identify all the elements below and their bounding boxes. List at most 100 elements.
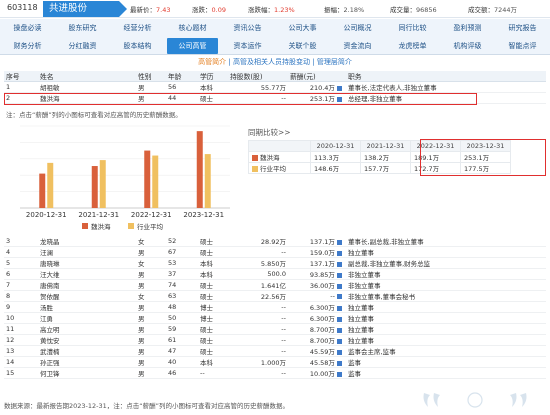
table-cell: 胡祖敏	[38, 81, 136, 93]
table-cell: 独立董事	[346, 301, 546, 313]
quote-change: 涨跌：0.09	[192, 6, 226, 14]
legend-swatch	[252, 166, 258, 172]
table-cell: 江勇	[38, 312, 136, 324]
table-cell: 汪大维	[38, 268, 136, 280]
nav-item[interactable]: 公司概况	[332, 20, 383, 36]
nav-item[interactable]: 资金流向	[332, 38, 383, 54]
salary-history-icon[interactable]	[337, 261, 342, 267]
nav-item[interactable]: 操盘必读	[2, 20, 53, 36]
salary-history-icon[interactable]	[337, 250, 342, 256]
nav-item[interactable]: 核心题材	[167, 20, 218, 36]
nav-item[interactable]: 经营分析	[112, 20, 163, 36]
nav-item[interactable]: 盈利预测	[442, 20, 493, 36]
nav-item[interactable]: 龙虎榜单	[387, 38, 438, 54]
table-cell: 11	[4, 323, 38, 335]
nav-item[interactable]: 关联个股	[277, 38, 328, 54]
table-header-row: 序号 姓名 性别 年龄 学历 持股数(股) 薪酬(元) 职务	[4, 71, 546, 82]
salary-history-icon[interactable]	[337, 272, 342, 278]
stock-code: 603118	[7, 3, 38, 12]
tab-holding-changes[interactable]: 高管及相关人员持股变动	[233, 58, 310, 66]
table-cell: 40	[166, 356, 198, 368]
table-cell: 男	[136, 334, 166, 346]
x-tick-label: 2020-12-31	[26, 211, 67, 219]
table-cell: 14	[4, 356, 38, 368]
table-cell: 10	[4, 312, 38, 324]
table-cell: 孙正强	[38, 356, 136, 368]
table-cell: 67	[166, 246, 198, 258]
salary-history-icon[interactable]	[337, 327, 342, 333]
nav-item[interactable]: 智能点评	[497, 38, 548, 54]
salary-history-icon[interactable]	[337, 316, 342, 322]
table-cell: 52	[166, 236, 198, 247]
table-row: 14 孙正强男 40 本科 1.000万 45.58万 监事	[4, 356, 546, 368]
salary-history-icon[interactable]	[337, 349, 342, 355]
stock-header: 603118 共进股份 最新价：7.43 涨跌：0.09 涨跌幅：1.23% 振…	[0, 0, 550, 18]
quote-change-pct: 涨跌幅：1.23%	[248, 6, 295, 14]
nav-item[interactable]: 公司高管	[167, 38, 218, 54]
table-cell: 硕士	[198, 345, 228, 357]
table-row: 13 武澧楠男 47 硕士 -- 45.59万 监事会主席,监事	[4, 345, 546, 357]
compare-link[interactable]: 同期比较>>	[248, 127, 291, 138]
bar-industry-avg[interactable]	[47, 162, 54, 208]
legend-swatch	[128, 223, 134, 229]
salary-history-icon[interactable]	[337, 371, 342, 377]
nav-item[interactable]: 财务分析	[2, 38, 53, 54]
bar-person[interactable]	[144, 150, 151, 208]
bar-industry-avg[interactable]	[99, 160, 106, 208]
salary-history-icon[interactable]	[337, 305, 342, 311]
nav-item[interactable]: 同行比较	[387, 20, 438, 36]
table-cell: 何卫锋	[38, 367, 136, 379]
nav-item[interactable]: 分红融资	[57, 38, 108, 54]
quote-latest-price: 最新价：7.43	[130, 6, 171, 14]
table-cell: 4	[4, 246, 38, 258]
table-cell: 8	[4, 290, 38, 302]
nav-item[interactable]: 公司大事	[277, 20, 328, 36]
compare-cell: 148.6万	[310, 162, 361, 174]
table-cell: 男	[136, 81, 166, 93]
table-cell: 50	[166, 312, 198, 324]
table-cell: 56	[166, 81, 198, 93]
nav-item[interactable]: 股东研究	[57, 20, 108, 36]
table-cell: 7	[4, 279, 38, 291]
legend-label: 行业平均	[137, 222, 164, 231]
col-header: 职务	[346, 71, 546, 82]
table-cell: 45.58万	[288, 356, 346, 368]
table-cell: --	[228, 323, 288, 335]
salary-history-icon[interactable]	[337, 239, 342, 245]
nav-item[interactable]: 资本运作	[222, 38, 273, 54]
salary-history-icon[interactable]	[337, 283, 342, 289]
table-cell: 5	[4, 257, 38, 269]
table-cell: --	[228, 367, 288, 379]
tab-exec-intro[interactable]: 高管简介	[198, 58, 226, 66]
nav-item[interactable]: 机构评级	[442, 38, 493, 54]
salary-history-icon[interactable]	[337, 85, 342, 91]
salary-history-icon[interactable]	[337, 338, 342, 344]
table-cell: 5.850万	[228, 257, 288, 269]
table-cell: 硕士	[198, 334, 228, 346]
nav-item[interactable]: 资讯公告	[222, 20, 273, 36]
highlight-box-compare	[420, 139, 546, 176]
salary-history-icon[interactable]	[337, 293, 342, 299]
table-cell: 46	[166, 367, 198, 379]
bar-industry-avg[interactable]	[152, 155, 159, 208]
watermark-logo	[423, 392, 527, 408]
bar-person[interactable]	[196, 131, 203, 208]
nav-item[interactable]: 股本结构	[112, 38, 163, 54]
table-cell: 硕士	[198, 236, 228, 247]
compare-cell: 157.7万	[360, 162, 411, 174]
salary-history-icon[interactable]	[337, 360, 342, 366]
table-cell: 137.1万	[288, 257, 346, 269]
table-cell: 唐晓琳	[38, 257, 136, 269]
table-cell: 159.0万	[288, 246, 346, 258]
bar-person[interactable]	[91, 166, 98, 208]
table-cell: 500.0	[228, 268, 288, 280]
table-cell: 13	[4, 345, 38, 357]
stock-name[interactable]: 共进股份	[43, 1, 127, 17]
table-cell: 硕士	[198, 279, 228, 291]
bar-person[interactable]	[39, 173, 46, 208]
bar-industry-avg[interactable]	[204, 154, 211, 208]
table-cell: 男	[136, 345, 166, 357]
table-cell: --	[198, 367, 228, 379]
nav-item[interactable]: 研究报告	[497, 20, 548, 36]
tab-management-intro[interactable]: 管理层简介	[317, 58, 352, 66]
